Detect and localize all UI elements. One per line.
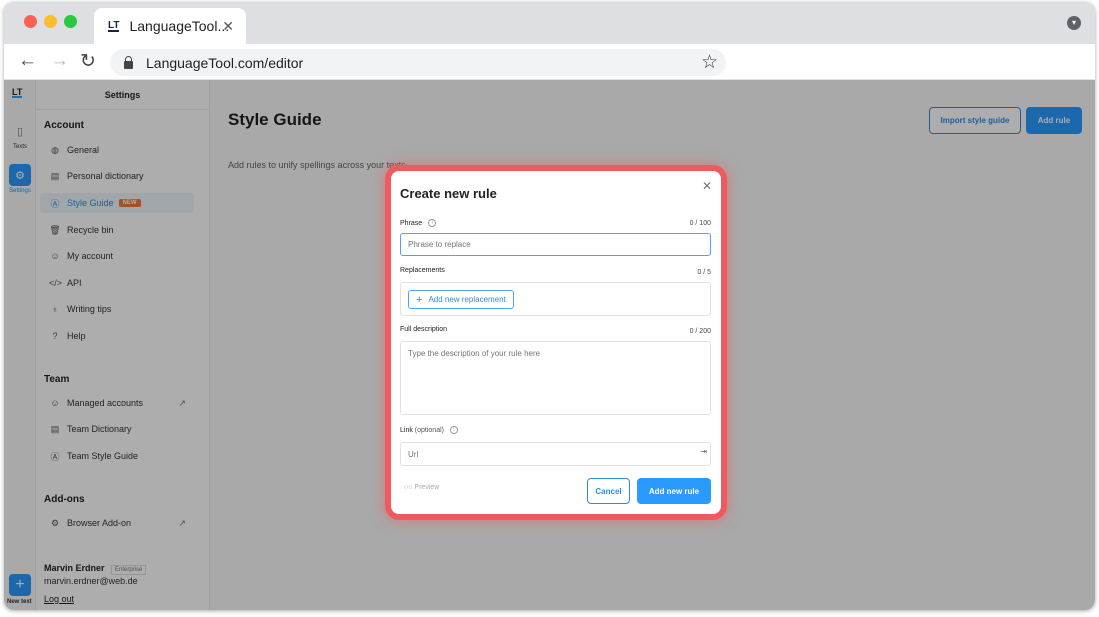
profile-menu-icon[interactable]: ▾ [1067,16,1081,30]
link-field-wrap: ⇥ [391,442,721,466]
phrase-input[interactable] [400,233,711,256]
cancel-button[interactable]: Cancel [587,478,630,504]
info-icon[interactable]: i [428,219,437,227]
tab-title: LanguageTool... [129,18,230,34]
create-rule-dialog: Create new rule ✕ Phrase i 0 / 100 Repla… [391,171,721,514]
reload-icon[interactable]: ↻ [80,50,96,73]
add-new-rule-button[interactable]: Add new rule [637,478,711,504]
add-replacement-button[interactable]: + Add new replacement [408,290,514,309]
description-textarea[interactable] [400,341,711,415]
link-label-text: Link [400,426,413,434]
close-icon[interactable]: ✕ [702,179,712,193]
tab-bar: LT LanguageTool... ✕ ▾ [4,2,1095,44]
phrase-counter: 0 / 100 [689,220,711,227]
dialog-title: Create new rule [400,186,497,201]
description-counter: 0 / 200 [689,328,711,335]
description-label: Full description [400,326,448,333]
phrase-label: Phrase i [400,219,437,227]
close-tab-icon[interactable]: ✕ [222,18,234,35]
phrase-label-text: Phrase [400,219,423,227]
back-arrow-icon[interactable]: ← [18,50,37,72]
link-input[interactable] [400,442,711,466]
close-window-button[interactable] [24,15,37,28]
info-icon[interactable]: i [449,426,458,434]
replacements-box: + Add new replacement [400,282,711,316]
maximize-window-button[interactable] [64,15,77,28]
add-replacement-label: Add new replacement [428,295,506,304]
minimize-window-button[interactable] [44,15,57,28]
forward-arrow-icon[interactable]: → [50,50,69,72]
link-label: Link (optional) i [400,426,458,434]
browser-toolbar: ← → ↻ LanguageTool.com/editor ☆ [4,44,1095,80]
link-optional-text: (optional) [414,426,444,434]
bookmark-star-icon[interactable]: ☆ [701,51,718,74]
plus-icon: + [416,293,423,306]
browser-tab[interactable]: LT LanguageTool... ✕ [94,8,246,44]
replacements-counter: 0 / 5 [697,269,711,276]
lock-icon [124,55,133,69]
replacements-label: Replacements [400,267,445,274]
preview-label: Preview [414,484,440,491]
link-autofill-icon[interactable]: ⇥ [700,447,707,456]
languagetool-favicon-icon: LT [108,19,120,32]
address-bar[interactable]: LanguageTool.com/editor ☆ [110,49,726,76]
preview-toggle[interactable]: ○○ Preview [404,484,439,491]
url-text: LanguageTool.com/editor [146,54,304,71]
eye-icon: ○○ [404,484,413,491]
